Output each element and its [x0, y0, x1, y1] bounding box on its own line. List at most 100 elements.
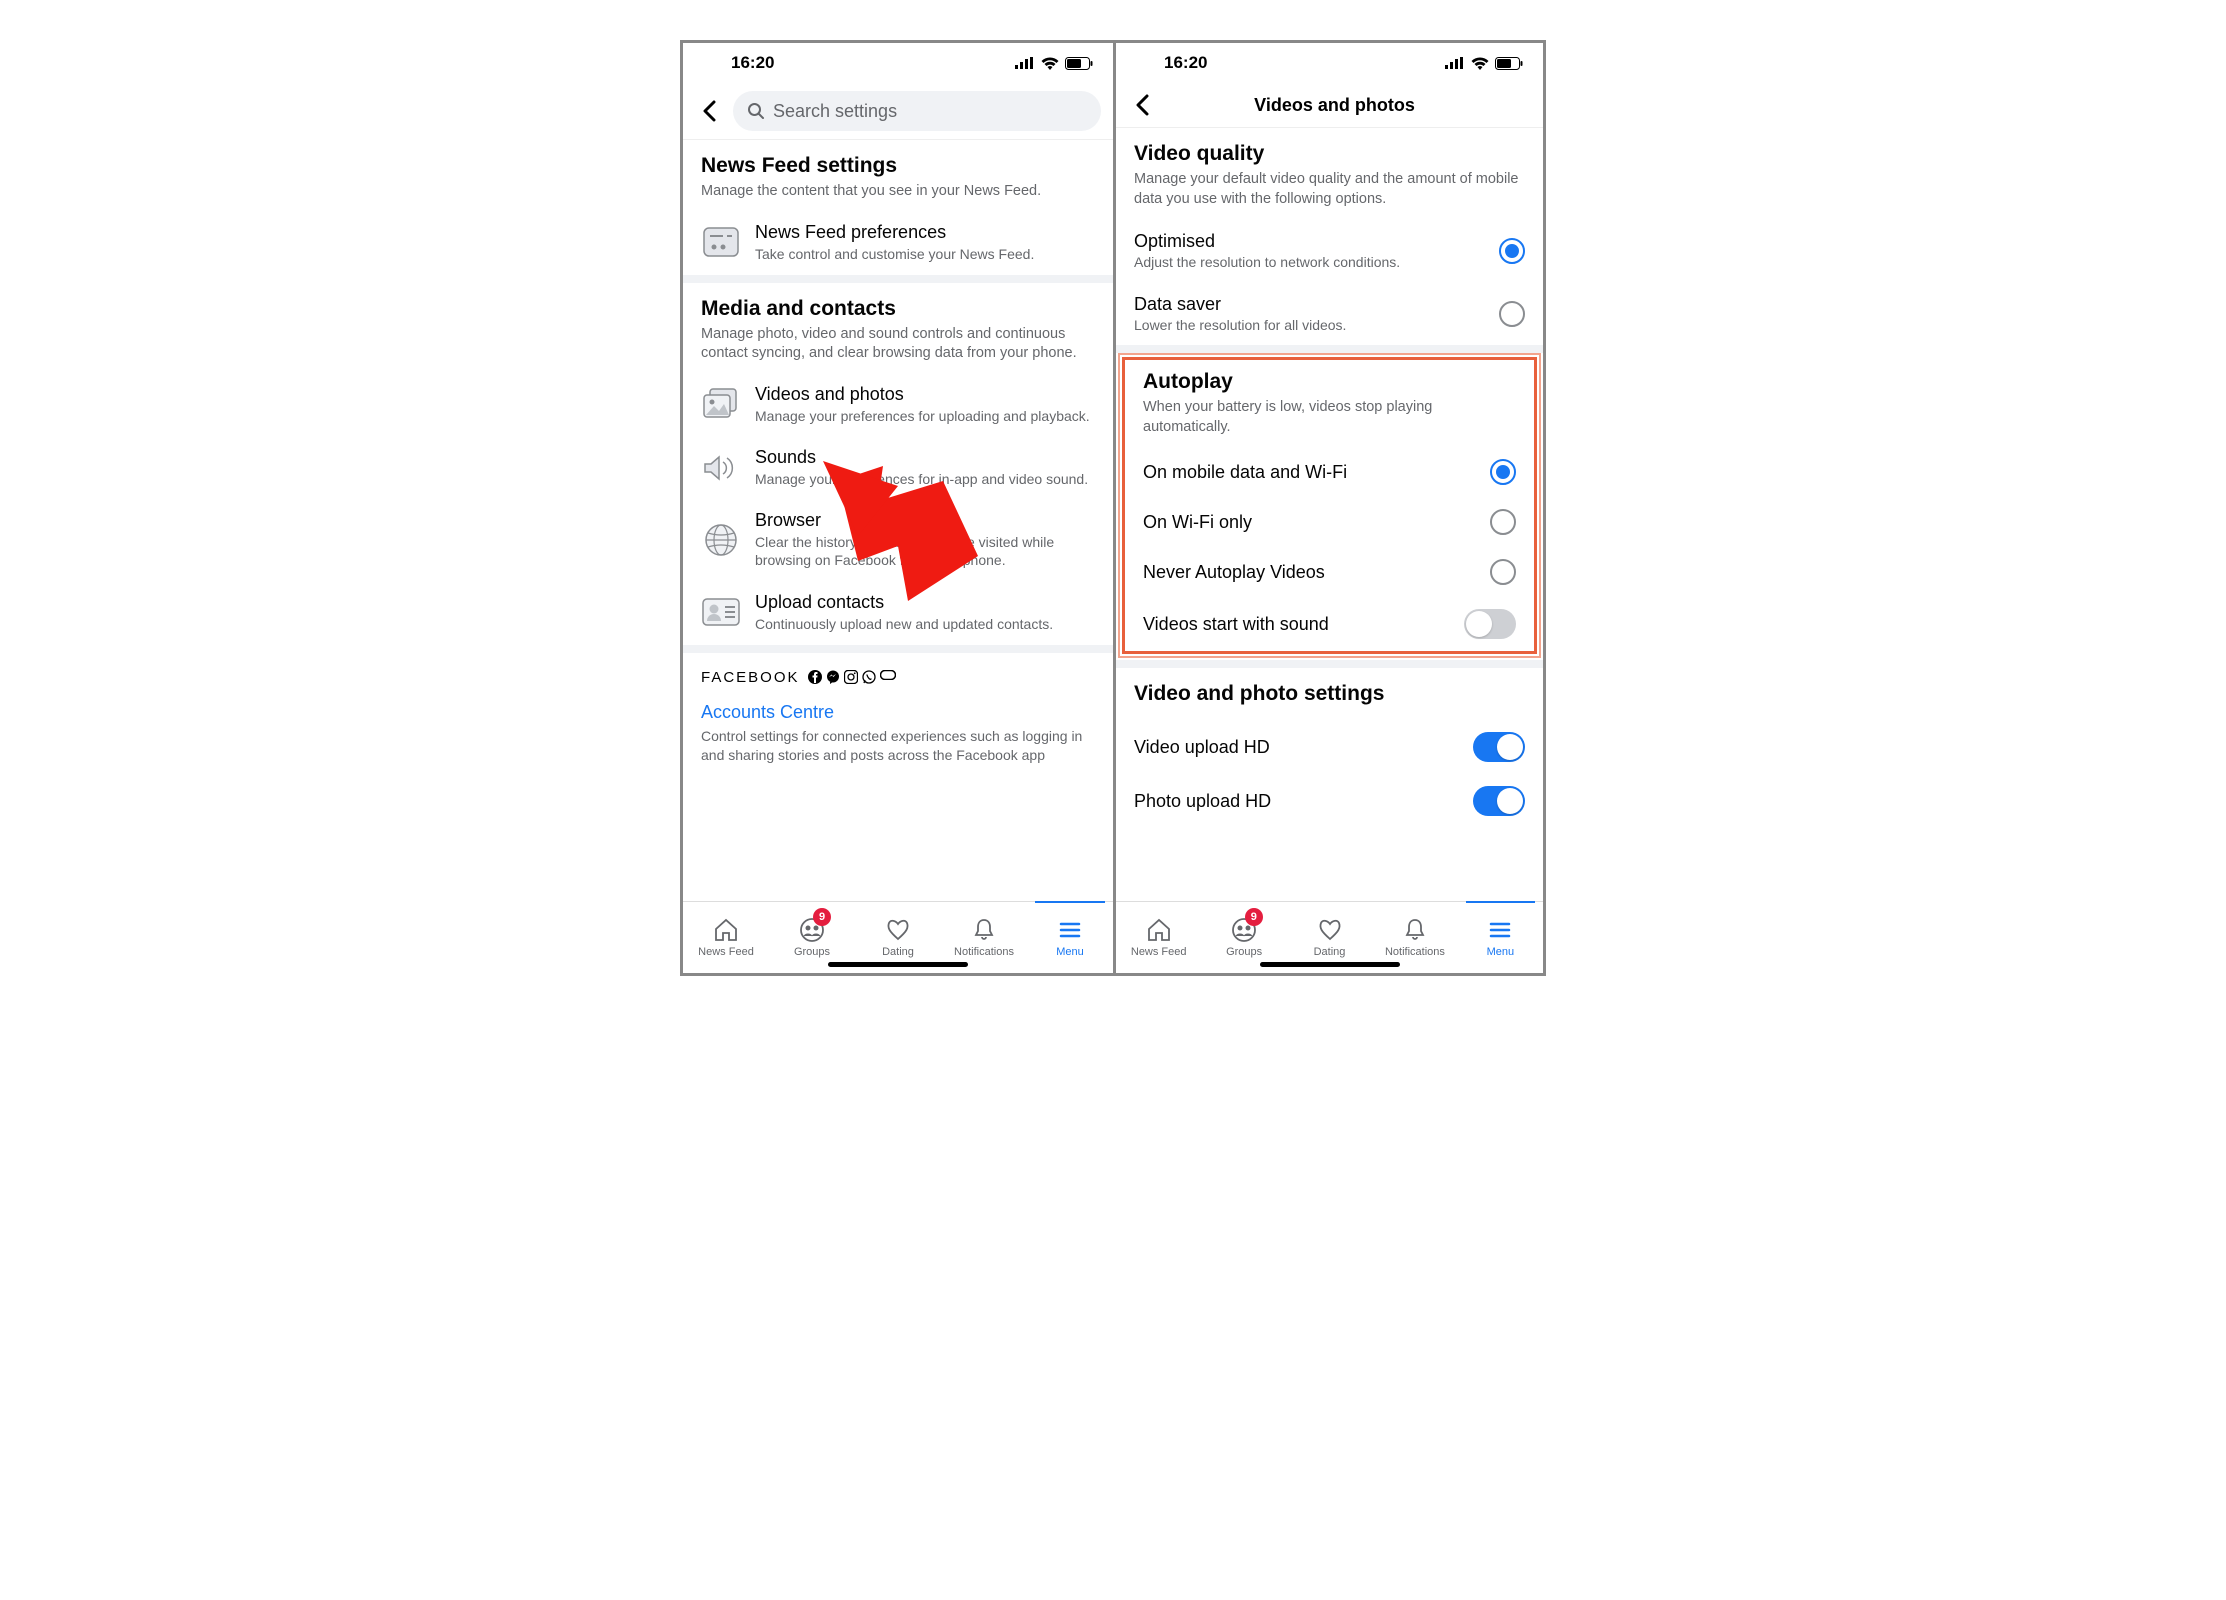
whatsapp-icon — [862, 670, 876, 684]
groups-badge: 9 — [1245, 908, 1263, 926]
option-title: Data saver — [1134, 294, 1487, 315]
radio-selected[interactable] — [1490, 459, 1516, 485]
radio-selected[interactable] — [1499, 238, 1525, 264]
section-desc: When your battery is low, videos stop pl… — [1143, 398, 1516, 437]
photos-icon — [701, 384, 741, 424]
instagram-icon — [844, 670, 858, 684]
option-title: Videos start with sound — [1143, 614, 1452, 635]
tab-newsfeed[interactable]: News Feed — [1116, 902, 1201, 973]
screen-settings-search: 16:20 Search settings News Feed settings… — [683, 43, 1113, 973]
messenger-icon — [826, 670, 840, 684]
option-title: Photo upload HD — [1134, 791, 1461, 812]
tab-label: Groups — [794, 946, 830, 958]
section-media-header: Media and contacts Manage photo, video a… — [683, 275, 1113, 374]
row-desc: Manage your preferences for in-app and v… — [755, 470, 1095, 488]
section-divider — [1116, 345, 1543, 353]
section-vp-settings: Video and photo settings — [1116, 668, 1543, 720]
annotation-highlight-autoplay: Autoplay When your battery is low, video… — [1122, 357, 1537, 654]
bell-icon — [971, 917, 997, 943]
row-title: Videos and photos — [755, 384, 1095, 405]
tab-label: Dating — [882, 946, 914, 958]
option-optimised[interactable]: Optimised Adjust the resolution to netwo… — [1116, 219, 1543, 282]
accounts-centre-link[interactable]: Accounts Centre — [683, 692, 1113, 725]
heart-icon — [1317, 917, 1343, 943]
radio-unselected[interactable] — [1490, 509, 1516, 535]
row-upload-contacts[interactable]: Upload contacts Continuously upload new … — [683, 582, 1113, 645]
facebook-brand-row: FACEBOOK — [683, 645, 1113, 692]
row-desc: Manage your preferences for uploading an… — [755, 407, 1095, 425]
search-placeholder: Search settings — [773, 101, 897, 122]
tab-label: News Feed — [1131, 946, 1187, 958]
toggle-on[interactable] — [1473, 786, 1525, 816]
tab-label: Notifications — [954, 946, 1014, 958]
menu-icon — [1057, 917, 1083, 943]
status-bar: 16:20 — [1116, 43, 1543, 83]
section-title: Video and photo settings — [1134, 682, 1525, 706]
option-data-saver[interactable]: Data saver Lower the resolution for all … — [1116, 282, 1543, 345]
status-icons — [1015, 57, 1093, 70]
contacts-icon — [701, 592, 741, 632]
nav-row: Search settings — [683, 83, 1113, 140]
row-sounds[interactable]: Sounds Manage your preferences for in-ap… — [683, 437, 1113, 500]
oculus-icon — [880, 670, 896, 680]
home-icon — [713, 917, 739, 943]
row-title: Browser — [755, 510, 1095, 531]
toggle-videos-sound[interactable]: Videos start with sound — [1125, 597, 1534, 651]
home-icon — [1146, 917, 1172, 943]
row-title: Upload contacts — [755, 592, 1095, 613]
wifi-icon — [1041, 57, 1059, 70]
groups-badge: 9 — [813, 908, 831, 926]
option-desc: Lower the resolution for all videos. — [1134, 317, 1487, 333]
option-autoplay-never[interactable]: Never Autoplay Videos — [1125, 547, 1534, 597]
section-autoplay: Autoplay When your battery is low, video… — [1125, 360, 1534, 447]
tab-menu[interactable]: Menu — [1027, 902, 1113, 973]
toggle-video-upload-hd[interactable]: Video upload HD — [1116, 720, 1543, 774]
tab-label: Groups — [1226, 946, 1262, 958]
section-desc: Manage your default video quality and th… — [1134, 170, 1525, 209]
section-title: Video quality — [1134, 142, 1525, 166]
home-indicator[interactable] — [828, 962, 968, 967]
home-indicator[interactable] — [1260, 962, 1400, 967]
tab-label: News Feed — [698, 946, 754, 958]
search-input[interactable]: Search settings — [733, 91, 1101, 131]
tab-menu[interactable]: Menu — [1458, 902, 1543, 973]
tab-newsfeed[interactable]: News Feed — [683, 902, 769, 973]
settings-scroll[interactable]: News Feed settings Manage the content th… — [683, 140, 1113, 901]
battery-icon — [1495, 57, 1523, 70]
section-title: Autoplay — [1143, 370, 1516, 394]
radio-unselected[interactable] — [1499, 301, 1525, 327]
section-desc: Manage the content that you see in your … — [701, 182, 1095, 202]
back-button[interactable] — [1128, 91, 1156, 119]
preferences-icon — [701, 222, 741, 262]
toggle-photo-upload-hd[interactable]: Photo upload HD — [1116, 774, 1543, 828]
toggle-on[interactable] — [1473, 732, 1525, 762]
row-title: News Feed preferences — [755, 222, 1095, 243]
row-desc: Take control and customise your News Fee… — [755, 245, 1095, 263]
section-newsfeed-header: News Feed settings Manage the content th… — [683, 140, 1113, 212]
brand-text: FACEBOOK — [701, 669, 800, 686]
tab-label: Menu — [1056, 946, 1084, 958]
heart-icon — [885, 917, 911, 943]
radio-unselected[interactable] — [1490, 559, 1516, 585]
wifi-icon — [1471, 57, 1489, 70]
row-videos-photos[interactable]: Videos and photos Manage your preference… — [683, 374, 1113, 437]
status-bar: 16:20 — [683, 43, 1113, 83]
status-time: 16:20 — [731, 53, 774, 73]
brand-icons — [808, 670, 896, 684]
back-button[interactable] — [695, 97, 723, 125]
toggle-off[interactable] — [1464, 609, 1516, 639]
section-title: Media and contacts — [701, 297, 1095, 321]
tab-label: Menu — [1487, 946, 1515, 958]
status-time: 16:20 — [1164, 53, 1207, 73]
option-autoplay-wifi-only[interactable]: On Wi-Fi only — [1125, 497, 1534, 547]
signal-icon — [1445, 57, 1465, 69]
section-desc: Manage photo, video and sound controls a… — [701, 325, 1095, 364]
option-autoplay-mobile-wifi[interactable]: On mobile data and Wi-Fi — [1125, 447, 1534, 497]
row-browser[interactable]: Browser Clear the history of websites yo… — [683, 500, 1113, 581]
row-desc: Continuously upload new and updated cont… — [755, 615, 1095, 633]
search-icon — [747, 102, 765, 120]
row-newsfeed-preferences[interactable]: News Feed preferences Take control and c… — [683, 212, 1113, 275]
menu-icon — [1487, 917, 1513, 943]
tab-label: Notifications — [1385, 946, 1445, 958]
settings-scroll[interactable]: Video quality Manage your default video … — [1116, 128, 1543, 901]
